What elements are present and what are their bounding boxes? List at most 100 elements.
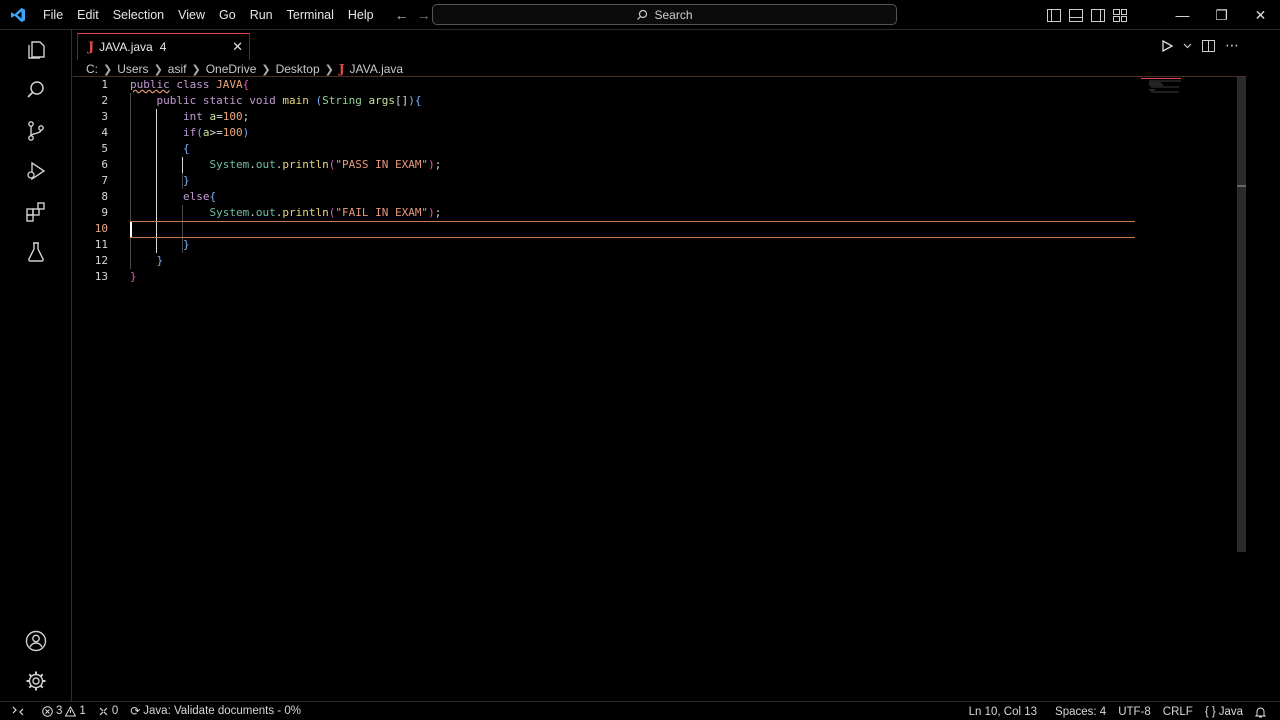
end-of-line[interactable]: CRLF [1157,702,1199,720]
extensions-icon[interactable] [0,192,72,232]
language-label: Java [1218,705,1243,718]
breadcrumb-desktop[interactable]: Desktop [276,62,320,76]
source-control-icon[interactable] [0,111,72,151]
minimize-icon[interactable]: — [1163,0,1202,30]
sync-icon: ⟳ [130,704,141,718]
tab-problem-count: 4 [159,40,167,54]
cursor-position[interactable]: Ln 10, Col 13 [963,702,1043,720]
menu-file[interactable]: File [36,0,70,30]
ports-indicator[interactable]: 0 [92,702,124,720]
line-code: public class JAVA{ [130,78,250,91]
menu-run[interactable]: Run [243,0,280,30]
code-line: 2 public static void main (String args[]… [73,93,1173,109]
search-view-icon[interactable] [0,70,72,110]
line-code: } [130,270,137,283]
split-editor-icon[interactable] [1202,39,1215,52]
status-bar: 3 1 0 ⟳ Java: Validate documents - 0% Ln… [0,701,1280,720]
line-number: 8 [101,190,108,203]
breadcrumb-asif[interactable]: asif [168,62,187,76]
line-code: } [182,238,190,251]
menu-help[interactable]: Help [341,0,381,30]
breadcrumb-onedrive[interactable]: OneDrive [206,62,257,76]
code-line: 6 System.out.println("PASS IN EXAM"); [73,157,1173,173]
menu-bar: File Edit Selection View Go Run Terminal… [36,0,381,30]
line-number: 2 [101,94,108,107]
problems-indicator[interactable]: 3 1 [36,702,92,720]
back-arrow-icon[interactable]: ← [395,7,409,23]
warning-count: 1 [79,705,86,717]
code-line: 3 int a=100; [73,109,1173,125]
vscode-logo-icon [0,0,36,30]
restore-icon[interactable]: ❐ [1202,0,1241,30]
run-debug-icon[interactable] [0,151,72,191]
forward-arrow-icon[interactable]: → [417,7,431,23]
code-line-active: 10 [73,221,1173,237]
error-count: 3 [56,705,63,717]
chevron-right-icon: ❯ [261,63,271,76]
menu-view[interactable]: View [171,0,212,30]
remote-indicator[interactable] [0,702,36,720]
notifications-bell-icon[interactable] [1249,702,1272,720]
code-line: 12 } [73,253,1173,269]
chevron-right-icon: ❯ [191,63,201,76]
testing-flask-icon[interactable] [0,232,72,272]
close-window-icon[interactable]: ✕ [1241,0,1280,30]
text-cursor [130,222,132,237]
line-code: int a=100; [182,110,250,123]
scrollbar-cursor-marker [1237,185,1246,187]
line-number: 9 [101,206,108,219]
line-code: public static void main (String args[]){ [156,94,422,107]
tab-close-icon[interactable]: ✕ [232,39,243,55]
warning-icon [65,705,77,716]
line-code: } [182,174,190,187]
command-center-search[interactable]: Search [432,4,897,25]
tab-filename: JAVA.java [99,40,153,54]
toggle-primary-sidebar-icon[interactable] [1046,7,1062,23]
code-line: 11 } [73,237,1173,253]
ports-count: 0 [111,705,119,717]
line-number: 7 [101,174,108,187]
line-code: System.out.println("FAIL IN EXAM"); [209,206,442,219]
language-mode[interactable]: { } Java [1199,702,1249,720]
tab-java-file[interactable]: J JAVA.java 4 ✕ [77,33,250,60]
menu-go[interactable]: Go [212,0,243,30]
chevron-right-icon: ❯ [153,63,163,76]
scrollbar-thumb[interactable] [1237,77,1246,552]
menu-selection[interactable]: Selection [106,0,171,30]
run-dropdown-chevron-icon[interactable] [1183,41,1192,50]
java-file-icon: J [88,39,95,55]
line-number: 13 [94,270,108,283]
line-number: 12 [94,254,108,267]
java-task-status[interactable]: ⟳ Java: Validate documents - 0% [124,702,307,720]
breadcrumb-users[interactable]: Users [117,62,148,76]
minimap[interactable] [1141,77,1241,107]
settings-gear-icon[interactable] [0,661,72,701]
code-line: 5 { [73,141,1173,157]
code-editor[interactable]: 1 public class JAVA{ 2 public static voi… [73,77,1246,701]
java-task-label: Java: Validate documents - 0% [143,705,301,717]
code-line: 8 else{ [73,189,1173,205]
title-bar: File Edit Selection View Go Run Terminal… [0,0,1280,30]
java-file-icon: J [338,62,345,76]
customize-layout-icon[interactable] [1112,7,1128,23]
run-file-icon[interactable] [1161,39,1173,52]
menu-edit[interactable]: Edit [70,0,106,30]
breadcrumb-file[interactable]: JAVA.java [350,62,404,76]
chevron-right-icon: ❯ [103,63,113,76]
explorer-icon[interactable] [0,30,72,70]
menu-terminal[interactable]: Terminal [280,0,341,30]
editor-tab-bar: J JAVA.java 4 ✕ ⋯ [73,30,1280,60]
activity-bar [0,30,72,701]
file-encoding[interactable]: UTF-8 [1112,702,1157,720]
toggle-panel-icon[interactable] [1068,7,1084,23]
accounts-icon[interactable] [0,621,72,661]
breadcrumb-drive[interactable]: C: [86,62,98,76]
search-label: Search [654,7,693,22]
search-icon [637,9,648,20]
line-number: 4 [101,126,108,139]
line-number: 6 [101,158,108,171]
line-code: { [182,142,190,155]
toggle-secondary-sidebar-icon[interactable] [1090,7,1106,23]
indentation[interactable]: Spaces: 4 [1049,702,1112,720]
more-actions-icon[interactable]: ⋯ [1225,37,1240,54]
